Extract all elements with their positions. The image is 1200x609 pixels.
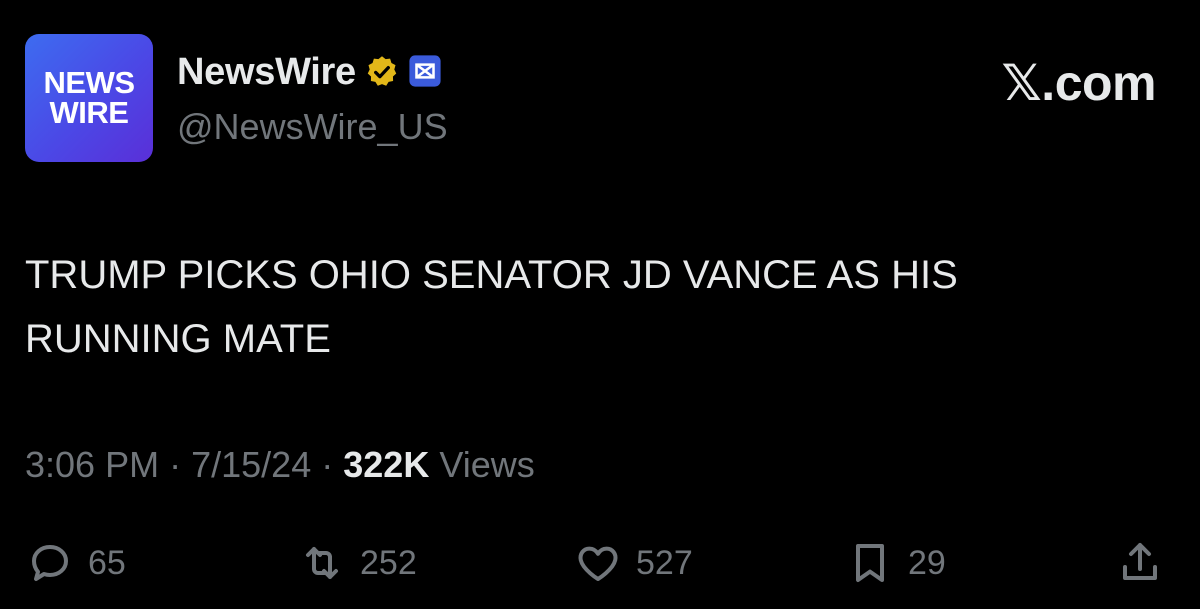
reply-icon <box>32 545 68 581</box>
affiliate-badge-icon <box>408 54 444 90</box>
bookmark-button[interactable]: 29 <box>846 535 946 591</box>
reply-button[interactable]: 65 <box>26 535 126 591</box>
views-label: Views <box>439 444 535 485</box>
avatar[interactable]: NEWS WIRE <box>25 34 153 162</box>
repost-icon <box>306 547 338 579</box>
share-button[interactable] <box>1116 535 1164 591</box>
bookmark-count: 29 <box>908 543 946 582</box>
display-name-row: NewsWire <box>177 50 444 94</box>
like-icon <box>578 546 618 581</box>
action-bar: 65 252 527 29 <box>0 535 1200 591</box>
meta-separator: · <box>321 444 334 485</box>
avatar-text-line1: NEWS <box>43 65 136 100</box>
repost-button[interactable]: 252 <box>298 535 417 591</box>
verified-badge-icon <box>364 54 400 90</box>
share-icon <box>1123 543 1157 580</box>
tweet-date[interactable]: 7/15/24 <box>191 444 311 485</box>
tweet-time[interactable]: 3:06 PM <box>25 444 159 485</box>
tweet-text: TRUMP PICKS OHIO SENATOR JD VANCE AS HIS… <box>25 253 958 361</box>
tweet-meta: 3:06 PM · 7/15/24 · 322K Views <box>25 444 535 486</box>
avatar-text-line2: WIRE <box>49 95 129 130</box>
reply-count: 65 <box>88 543 126 582</box>
like-count: 527 <box>636 543 693 582</box>
source-label: 𝕏.com <box>1001 55 1157 111</box>
account-handle[interactable]: @NewsWire_US <box>177 106 448 148</box>
display-name[interactable]: NewsWire <box>177 51 356 94</box>
repost-count: 252 <box>360 543 417 582</box>
like-button[interactable]: 527 <box>574 535 693 591</box>
bookmark-icon <box>856 544 884 582</box>
meta-separator: · <box>169 444 182 485</box>
views-count: 322K <box>343 444 430 485</box>
